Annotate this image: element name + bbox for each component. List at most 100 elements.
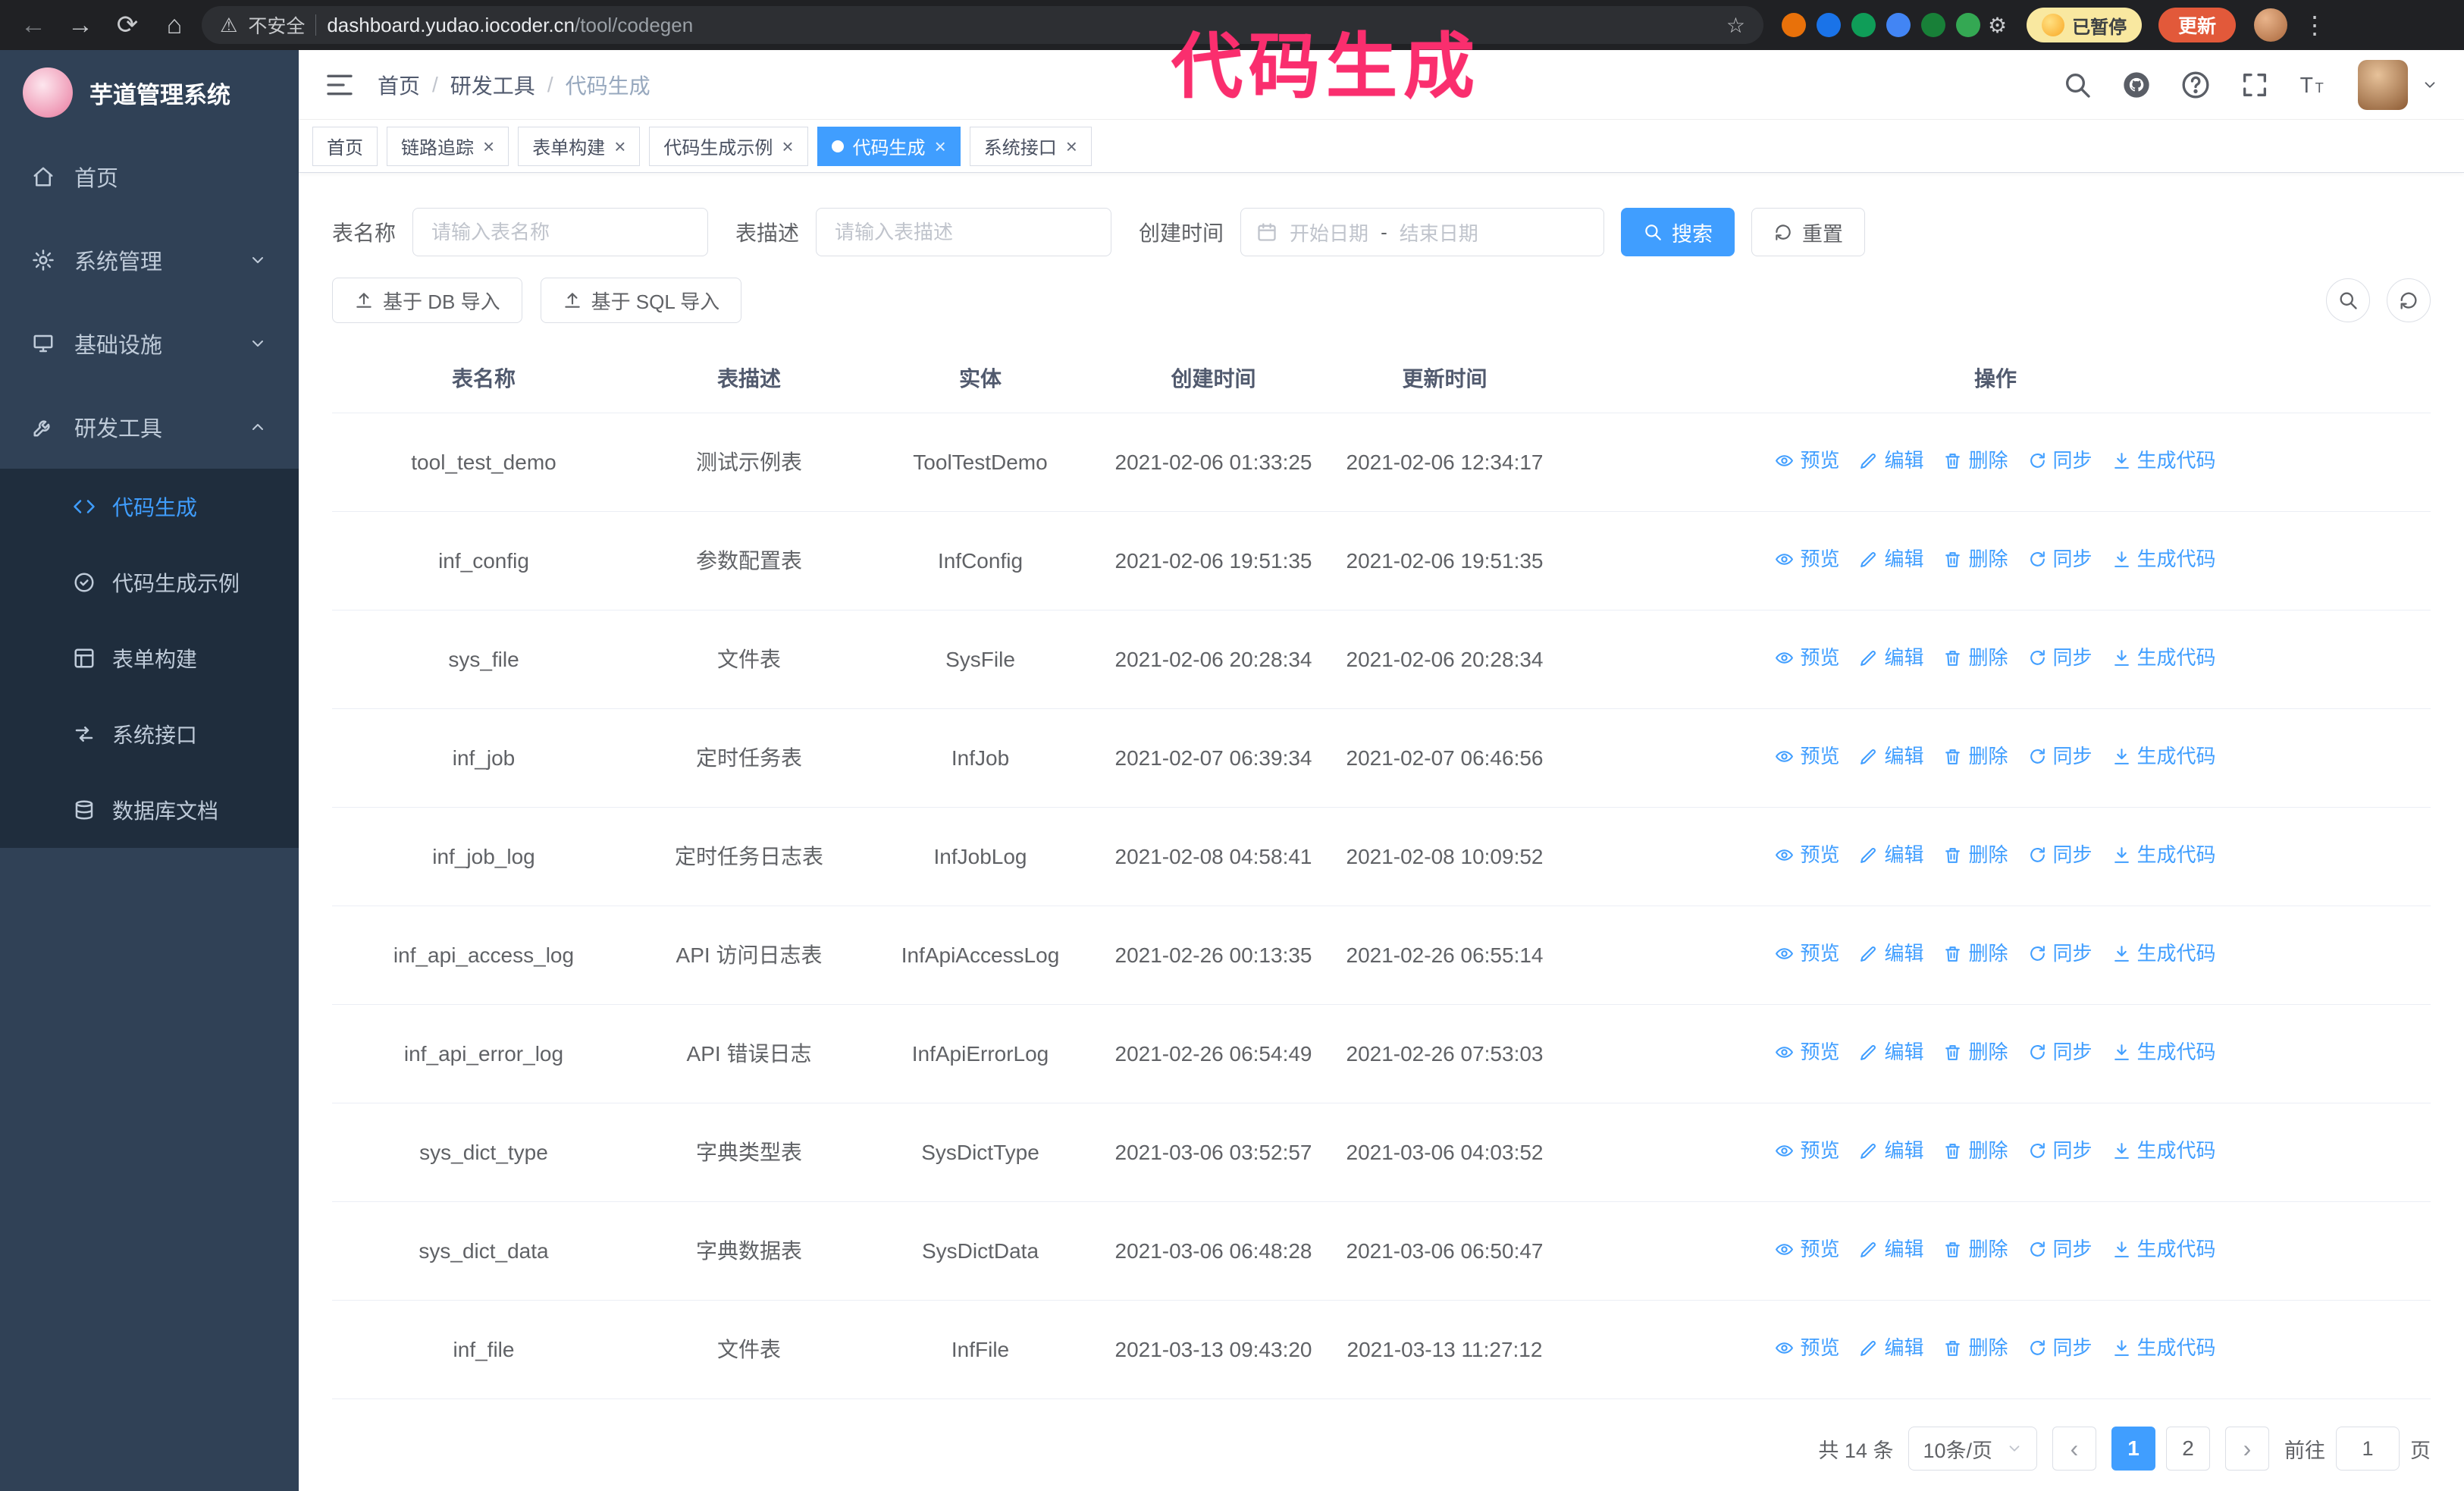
goto-page-input[interactable] <box>2336 1427 2400 1471</box>
action-delete[interactable]: 删除 <box>1943 938 2008 968</box>
search-icon[interactable] <box>2062 70 2093 100</box>
action-preview[interactable]: 预览 <box>1775 1332 1839 1363</box>
action-delete[interactable]: 删除 <box>1943 1234 2008 1264</box>
page-button-1[interactable]: 1 <box>2111 1427 2155 1471</box>
action-sync[interactable]: 同步 <box>2028 445 2093 476</box>
action-delete[interactable]: 删除 <box>1943 741 2008 771</box>
action-sync[interactable]: 同步 <box>2028 840 2093 870</box>
action-generate-code[interactable]: 生成代码 <box>2112 840 2216 870</box>
action-generate-code[interactable]: 生成代码 <box>2112 741 2216 771</box>
action-edit[interactable]: 编辑 <box>1859 1234 1923 1264</box>
next-page-button[interactable]: › <box>2225 1427 2269 1471</box>
action-edit[interactable]: 编辑 <box>1859 840 1923 870</box>
help-icon[interactable] <box>2180 70 2211 100</box>
chevron-down-icon[interactable] <box>2422 77 2438 93</box>
paused-badge[interactable]: 已暂停 <box>2027 8 2143 42</box>
action-sync[interactable]: 同步 <box>2028 741 2093 771</box>
import-sql-button[interactable]: 基于 SQL 导入 <box>540 278 742 323</box>
extension-icon[interactable] <box>1851 13 1876 37</box>
toggle-search-button[interactable] <box>2326 278 2370 322</box>
browser-back-icon[interactable]: ← <box>14 5 53 45</box>
fullscreen-icon[interactable] <box>2240 70 2270 100</box>
action-preview[interactable]: 预览 <box>1775 1135 1839 1166</box>
action-delete[interactable]: 删除 <box>1943 445 2008 476</box>
sidebar-logo[interactable]: 芋道管理系统 <box>0 50 299 135</box>
sidebar-item-system[interactable]: 系统管理 <box>0 218 299 302</box>
prev-page-button[interactable]: ‹ <box>2052 1427 2096 1471</box>
browser-reload-icon[interactable]: ⟳ <box>108 5 147 45</box>
browser-home-icon[interactable]: ⌂ <box>155 5 194 45</box>
sidebar-item-api[interactable]: 系统接口 <box>0 696 299 772</box>
action-edit[interactable]: 编辑 <box>1859 1135 1923 1166</box>
action-preview[interactable]: 预览 <box>1775 1234 1839 1264</box>
refresh-table-button[interactable] <box>2387 278 2431 322</box>
close-icon[interactable]: × <box>1066 137 1077 156</box>
action-edit[interactable]: 编辑 <box>1859 741 1923 771</box>
action-delete[interactable]: 删除 <box>1943 1332 2008 1363</box>
action-generate-code[interactable]: 生成代码 <box>2112 1135 2216 1166</box>
extensions-puzzle-icon[interactable]: ⚙ <box>1988 13 2007 38</box>
tab-home[interactable]: 首页 <box>312 126 378 166</box>
date-range-picker[interactable]: 开始日期 - 结束日期 <box>1240 208 1605 256</box>
browser-profile-avatar[interactable] <box>2254 8 2288 42</box>
search-button[interactable]: 搜索 <box>1621 208 1735 256</box>
action-delete[interactable]: 删除 <box>1943 1135 2008 1166</box>
browser-update-button[interactable]: 更新 <box>2158 8 2237 42</box>
action-preview[interactable]: 预览 <box>1775 1037 1839 1067</box>
extension-icon[interactable] <box>1921 13 1945 37</box>
action-edit[interactable]: 编辑 <box>1859 544 1923 574</box>
action-generate-code[interactable]: 生成代码 <box>2112 544 2216 574</box>
action-delete[interactable]: 删除 <box>1943 642 2008 673</box>
browser-address-bar[interactable]: ⚠ 不安全 dashboard.yudao.iocoder.cn/tool/co… <box>202 6 1763 44</box>
action-edit[interactable]: 编辑 <box>1859 1332 1923 1363</box>
action-generate-code[interactable]: 生成代码 <box>2112 1332 2216 1363</box>
action-sync[interactable]: 同步 <box>2028 1332 2093 1363</box>
tab-codegen-example[interactable]: 代码生成示例 × <box>649 126 808 166</box>
sidebar-item-form-builder[interactable]: 表单构建 <box>0 620 299 696</box>
action-edit[interactable]: 编辑 <box>1859 938 1923 968</box>
action-preview[interactable]: 预览 <box>1775 938 1839 968</box>
action-edit[interactable]: 编辑 <box>1859 1037 1923 1067</box>
browser-menu-icon[interactable]: ⋮ <box>2303 11 2327 39</box>
bookmark-star-icon[interactable]: ☆ <box>1726 13 1745 38</box>
action-edit[interactable]: 编辑 <box>1859 445 1923 476</box>
action-generate-code[interactable]: 生成代码 <box>2112 1234 2216 1264</box>
action-preview[interactable]: 预览 <box>1775 544 1839 574</box>
close-icon[interactable]: × <box>935 137 946 156</box>
action-edit[interactable]: 编辑 <box>1859 642 1923 673</box>
browser-forward-icon[interactable]: → <box>61 5 100 45</box>
extension-icon[interactable] <box>1782 13 1806 37</box>
action-sync[interactable]: 同步 <box>2028 642 2093 673</box>
sidebar-item-dev-tools[interactable]: 研发工具 <box>0 385 299 469</box>
action-delete[interactable]: 删除 <box>1943 840 2008 870</box>
action-preview[interactable]: 预览 <box>1775 642 1839 673</box>
action-generate-code[interactable]: 生成代码 <box>2112 938 2216 968</box>
breadcrumb-item[interactable]: 首页 <box>378 70 420 100</box>
action-generate-code[interactable]: 生成代码 <box>2112 1037 2216 1067</box>
action-delete[interactable]: 删除 <box>1943 1037 2008 1067</box>
tab-codegen[interactable]: 代码生成 × <box>817 126 961 166</box>
extension-icon[interactable] <box>1956 13 1980 37</box>
action-sync[interactable]: 同步 <box>2028 1037 2093 1067</box>
action-sync[interactable]: 同步 <box>2028 938 2093 968</box>
action-delete[interactable]: 删除 <box>1943 544 2008 574</box>
import-db-button[interactable]: 基于 DB 导入 <box>332 278 522 323</box>
table-name-input[interactable] <box>412 208 709 256</box>
tab-trace[interactable]: 链路追踪 × <box>387 126 509 166</box>
page-size-select[interactable]: 10条/页 <box>1908 1427 2037 1471</box>
page-button-2[interactable]: 2 <box>2166 1427 2210 1471</box>
tab-api[interactable]: 系统接口 × <box>969 126 1092 166</box>
breadcrumb-item[interactable]: 研发工具 <box>450 70 535 100</box>
action-preview[interactable]: 预览 <box>1775 741 1839 771</box>
sidebar-item-db-doc[interactable]: 数据库文档 <box>0 772 299 848</box>
action-sync[interactable]: 同步 <box>2028 1135 2093 1166</box>
user-avatar[interactable] <box>2358 59 2408 110</box>
sidebar-item-codegen-example[interactable]: 代码生成示例 <box>0 545 299 620</box>
table-desc-input[interactable] <box>816 208 1112 256</box>
close-icon[interactable]: × <box>614 137 625 156</box>
reset-button[interactable]: 重置 <box>1751 208 1866 256</box>
sidebar-item-codegen[interactable]: 代码生成 <box>0 469 299 545</box>
github-icon[interactable] <box>2121 70 2152 100</box>
extension-icon[interactable] <box>1886 13 1911 37</box>
action-sync[interactable]: 同步 <box>2028 1234 2093 1264</box>
